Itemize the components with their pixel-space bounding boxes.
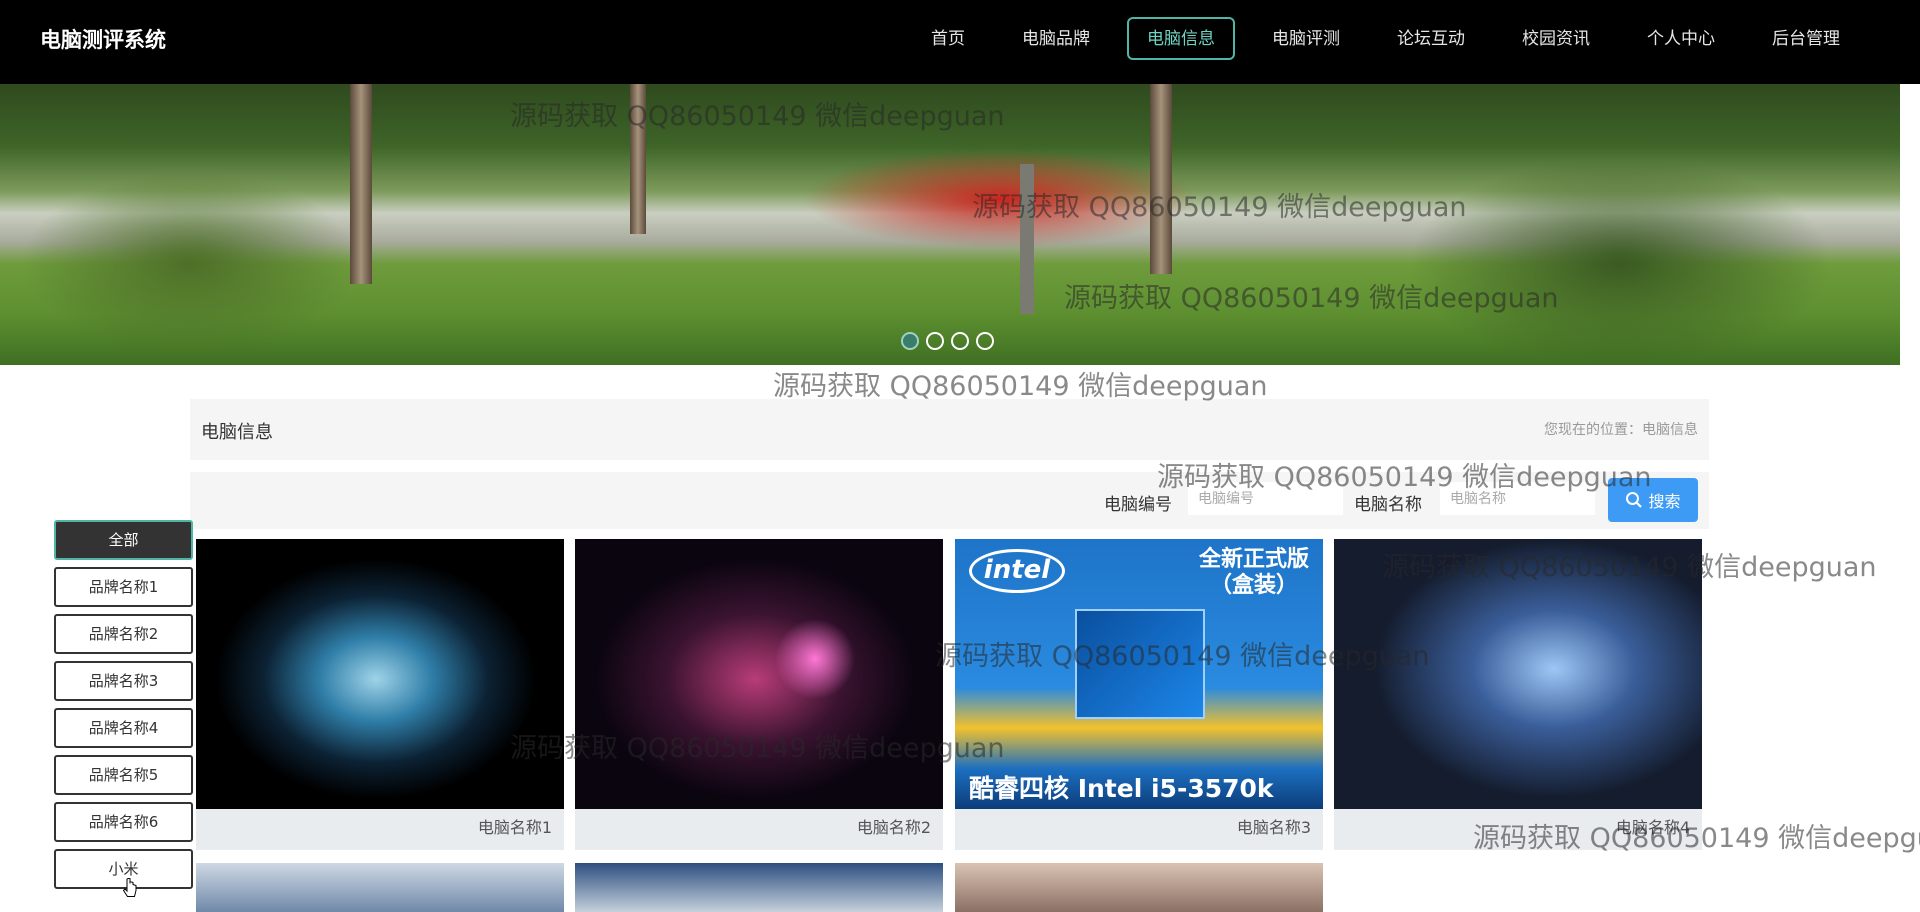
cpu-box-illustration (1075, 609, 1205, 719)
watermark: 源码获取 QQ86050149 微信deepguan (773, 371, 1268, 402)
page-title: 电脑信息 (201, 422, 273, 443)
search-icon (1626, 492, 1643, 508)
mouse-cursor-icon (123, 878, 137, 897)
carousel-dot-4[interactable] (976, 332, 994, 350)
product-card[interactable]: 电脑名称2 (575, 539, 943, 850)
product-name: 电脑名称2 (856, 818, 931, 837)
computer-id-input[interactable] (1188, 482, 1343, 515)
nav-reviews[interactable]: 电脑评测 (1252, 17, 1360, 60)
nav-brands[interactable]: 电脑品牌 (1002, 17, 1110, 60)
site-brand[interactable]: 电脑测评系统 (40, 24, 166, 54)
banner-tree-trunk (1150, 84, 1172, 274)
category-brand-4[interactable]: 品牌名称4 (54, 708, 193, 748)
product-card[interactable]: intel 全新正式版 （盒装） 酷睿四核 Intel i5-3570k 电脑名称… (955, 539, 1323, 850)
category-all[interactable]: 全部 (54, 520, 193, 560)
product-name: 电脑名称3 (1236, 818, 1311, 837)
product-image-caption: 全新正式版 （盒装） (1198, 547, 1309, 598)
category-brand-3[interactable]: 品牌名称3 (54, 661, 193, 701)
product-image (575, 539, 943, 809)
category-brand-5[interactable]: 品牌名称5 (54, 755, 193, 795)
banner-carousel[interactable] (0, 84, 1900, 365)
nav-user-center[interactable]: 个人中心 (1627, 17, 1735, 60)
product-image-caption: 酷睿四核 Intel i5-3570k (969, 774, 1274, 803)
main-nav: 首页 电脑品牌 电脑信息 电脑评测 论坛互动 校园资讯 个人中心 后台管理 (894, 17, 1860, 60)
search-button[interactable]: 搜索 (1608, 478, 1698, 522)
nav-campus-news[interactable]: 校园资讯 (1502, 17, 1610, 60)
intel-logo: intel (969, 549, 1065, 593)
search-bar: 电脑编号 电脑名称 搜索 (190, 472, 1709, 529)
nav-admin[interactable]: 后台管理 (1752, 17, 1860, 60)
product-card[interactable] (575, 863, 943, 912)
product-card[interactable] (196, 863, 564, 912)
category-brand-6[interactable]: 品牌名称6 (54, 802, 193, 842)
page-title-bar: 电脑信息 您现在的位置：电脑信息 (190, 399, 1709, 460)
computer-name-input[interactable] (1440, 482, 1595, 515)
category-brand-2[interactable]: 品牌名称2 (54, 614, 193, 654)
product-name: 电脑名称1 (477, 818, 552, 837)
banner-tree-trunk (1020, 164, 1034, 314)
category-brand-1[interactable]: 品牌名称1 (54, 567, 193, 607)
nav-home[interactable]: 首页 (911, 17, 985, 60)
carousel-indicators (901, 332, 1001, 350)
product-card[interactable]: 电脑名称1 (196, 539, 564, 850)
carousel-dot-3[interactable] (951, 332, 969, 350)
computer-name-label: 电脑名称 (1354, 495, 1422, 515)
product-card[interactable]: 电脑名称4 (1334, 539, 1702, 850)
product-name: 电脑名称4 (1615, 818, 1690, 837)
banner-tree-trunk (350, 84, 372, 284)
carousel-dot-1[interactable] (901, 332, 919, 350)
product-image (1334, 539, 1702, 809)
nav-computer-info[interactable]: 电脑信息 (1127, 17, 1235, 60)
computer-id-label: 电脑编号 (1104, 495, 1172, 515)
product-image: intel 全新正式版 （盒装） 酷睿四核 Intel i5-3570k (955, 539, 1323, 809)
carousel-dot-2[interactable] (926, 332, 944, 350)
breadcrumb: 您现在的位置：电脑信息 (1544, 422, 1698, 438)
product-card[interactable] (955, 863, 1323, 912)
brand-filter-list: 全部 品牌名称1 品牌名称2 品牌名称3 品牌名称4 品牌名称5 品牌名称6 小… (54, 520, 194, 896)
product-image (196, 539, 564, 809)
search-button-label: 搜索 (1648, 492, 1681, 511)
nav-forum[interactable]: 论坛互动 (1377, 17, 1485, 60)
top-navbar: 电脑测评系统 首页 电脑品牌 电脑信息 电脑评测 论坛互动 校园资讯 个人中心 … (0, 0, 1920, 84)
banner-tree-trunk (630, 84, 646, 234)
